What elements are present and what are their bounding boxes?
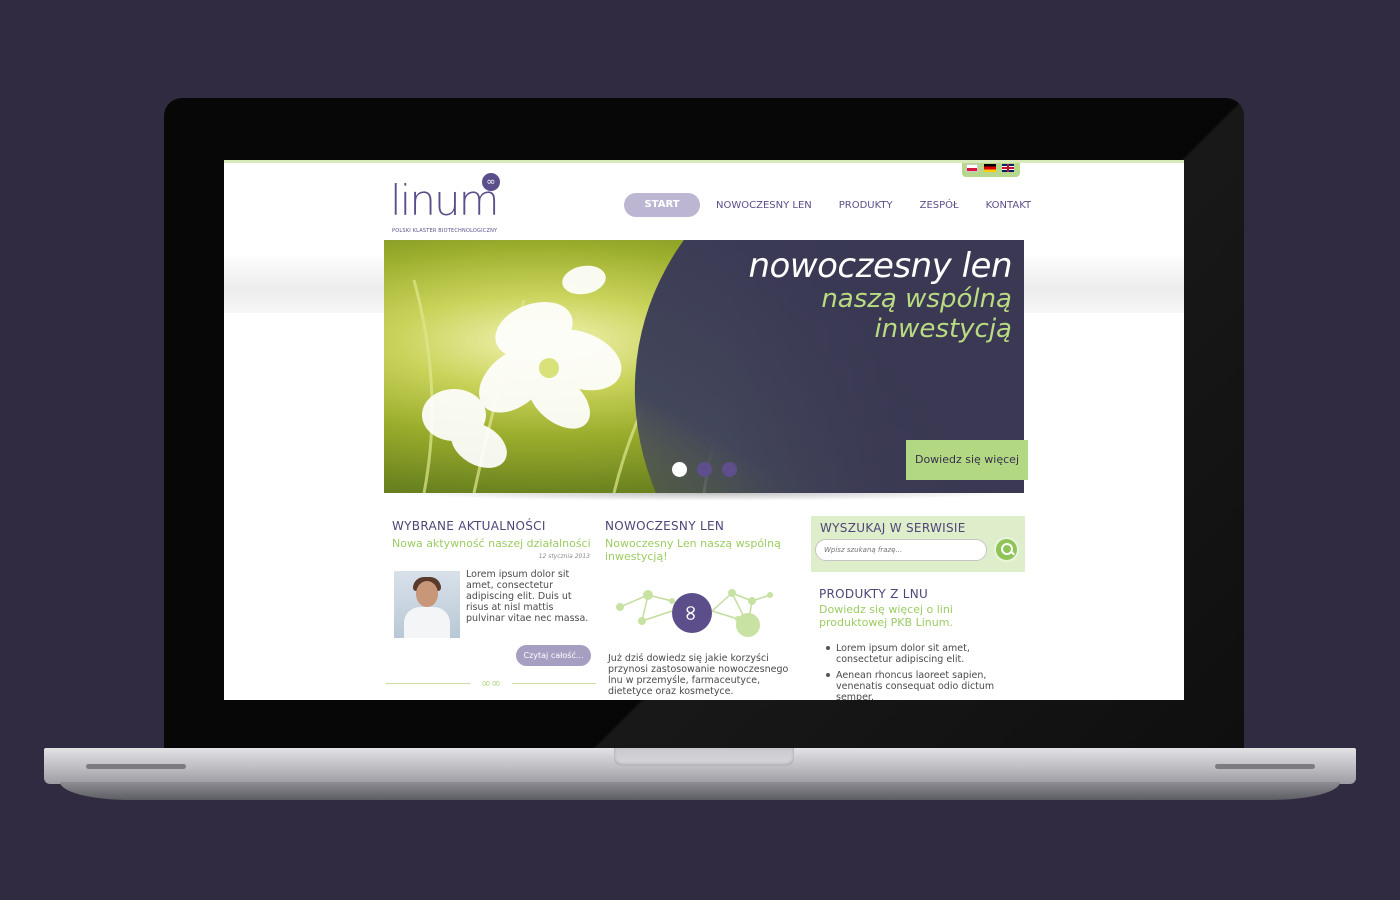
svg-text:∞: ∞	[678, 604, 703, 622]
news-section: WYBRANE AKTUALNOŚCI Nowa aktywność nasze…	[392, 519, 592, 666]
main-nav: START NOWOCZESNY LEN PRODUKTY ZESPÓŁ KON…	[624, 193, 1058, 217]
slider-dot-2[interactable]	[697, 462, 712, 477]
list-item: Lorem ipsum dolor sit amet, consectetur …	[824, 643, 1014, 665]
nav-item-zespol[interactable]: ZESPÓŁ	[920, 200, 959, 211]
de-flag-icon[interactable]	[984, 164, 996, 172]
divider-ornament-icon: ∞∞	[470, 677, 512, 689]
news-title: WYBRANE AKTUALNOŚCI	[392, 519, 546, 533]
search-input[interactable]	[815, 539, 987, 561]
molecule-icon: ∞	[616, 589, 773, 637]
products-subtitle[interactable]: Dowiedz się więcej o lini produktowej PK…	[819, 603, 1019, 629]
language-switcher	[962, 163, 1020, 177]
news-date: 12 stycznia 2013	[538, 553, 590, 560]
slider-dot-1[interactable]	[672, 462, 687, 477]
products-title: PRODUKTY Z LNU	[819, 587, 929, 601]
search-icon[interactable]	[994, 537, 1019, 562]
laptop-slot-left	[86, 764, 186, 769]
read-more-button[interactable]: Czytaj całość...	[516, 645, 591, 666]
hero-subline-1: naszą wspólną	[821, 284, 1012, 314]
slider-dot-3[interactable]	[722, 462, 737, 477]
products-section: PRODUKTY Z LNU Dowiedz się więcej o lini…	[819, 587, 1019, 629]
logo-tagline: POLSKI KLASTER BIOTECHNOLOGICZNY	[392, 228, 498, 234]
nav-item-produkty[interactable]: PRODUKTY	[839, 200, 893, 211]
nav-item-kontakt[interactable]: KONTAKT	[986, 200, 1031, 211]
laptop-base-bottom	[60, 782, 1340, 800]
hero-headline: nowoczesny len	[748, 246, 1012, 286]
products-list: Lorem ipsum dolor sit amet, consectetur …	[824, 643, 1014, 700]
news-photo[interactable]	[394, 571, 460, 638]
hero-shadow	[396, 493, 1012, 501]
modern-flax-text: Już dziś dowiedz się jakie korzyści przy…	[608, 653, 789, 697]
laptop-slot-right	[1215, 764, 1315, 769]
photo-head	[416, 581, 438, 607]
modern-flax-title: NOWOCZESNY LEN	[605, 519, 725, 533]
modern-flax-section: NOWOCZESNY LEN Nowoczesny Len naszą wspó…	[605, 519, 801, 563]
list-item: Aenean rhoncus laoreet sapien, venenatis…	[824, 670, 1014, 700]
news-subtitle[interactable]: Nowa aktywność naszej działalności	[392, 537, 592, 550]
news-text: Lorem ipsum dolor sit amet, consectetur …	[466, 569, 589, 624]
hero-subline-2: inwestycją	[874, 314, 1012, 344]
learn-more-button[interactable]: Dowiedz się więcej	[906, 440, 1028, 480]
search-title: WYSZUKAJ W SERWISIE	[820, 521, 966, 535]
search-panel: WYSZUKAJ W SERWISIE	[811, 516, 1025, 572]
infinity-logo-icon: ∞	[482, 173, 500, 191]
nav-item-start[interactable]: START	[624, 193, 700, 217]
modern-flax-subtitle[interactable]: Nowoczesny Len naszą wspólną inwestycją!	[605, 537, 801, 563]
slider-dots	[672, 462, 737, 477]
logo[interactable]: linum ∞ POLSKI KLASTER BIOTECHNOLOGICZNY	[390, 173, 510, 235]
nav-item-nowoczesny-len[interactable]: NOWOCZESNY LEN	[716, 200, 812, 211]
pl-flag-icon[interactable]	[966, 164, 978, 172]
laptop-notch	[614, 748, 794, 766]
website-screen: linum ∞ POLSKI KLASTER BIOTECHNOLOGICZNY…	[224, 160, 1184, 700]
photo-coat	[404, 607, 450, 638]
gb-flag-icon[interactable]	[1002, 164, 1014, 172]
